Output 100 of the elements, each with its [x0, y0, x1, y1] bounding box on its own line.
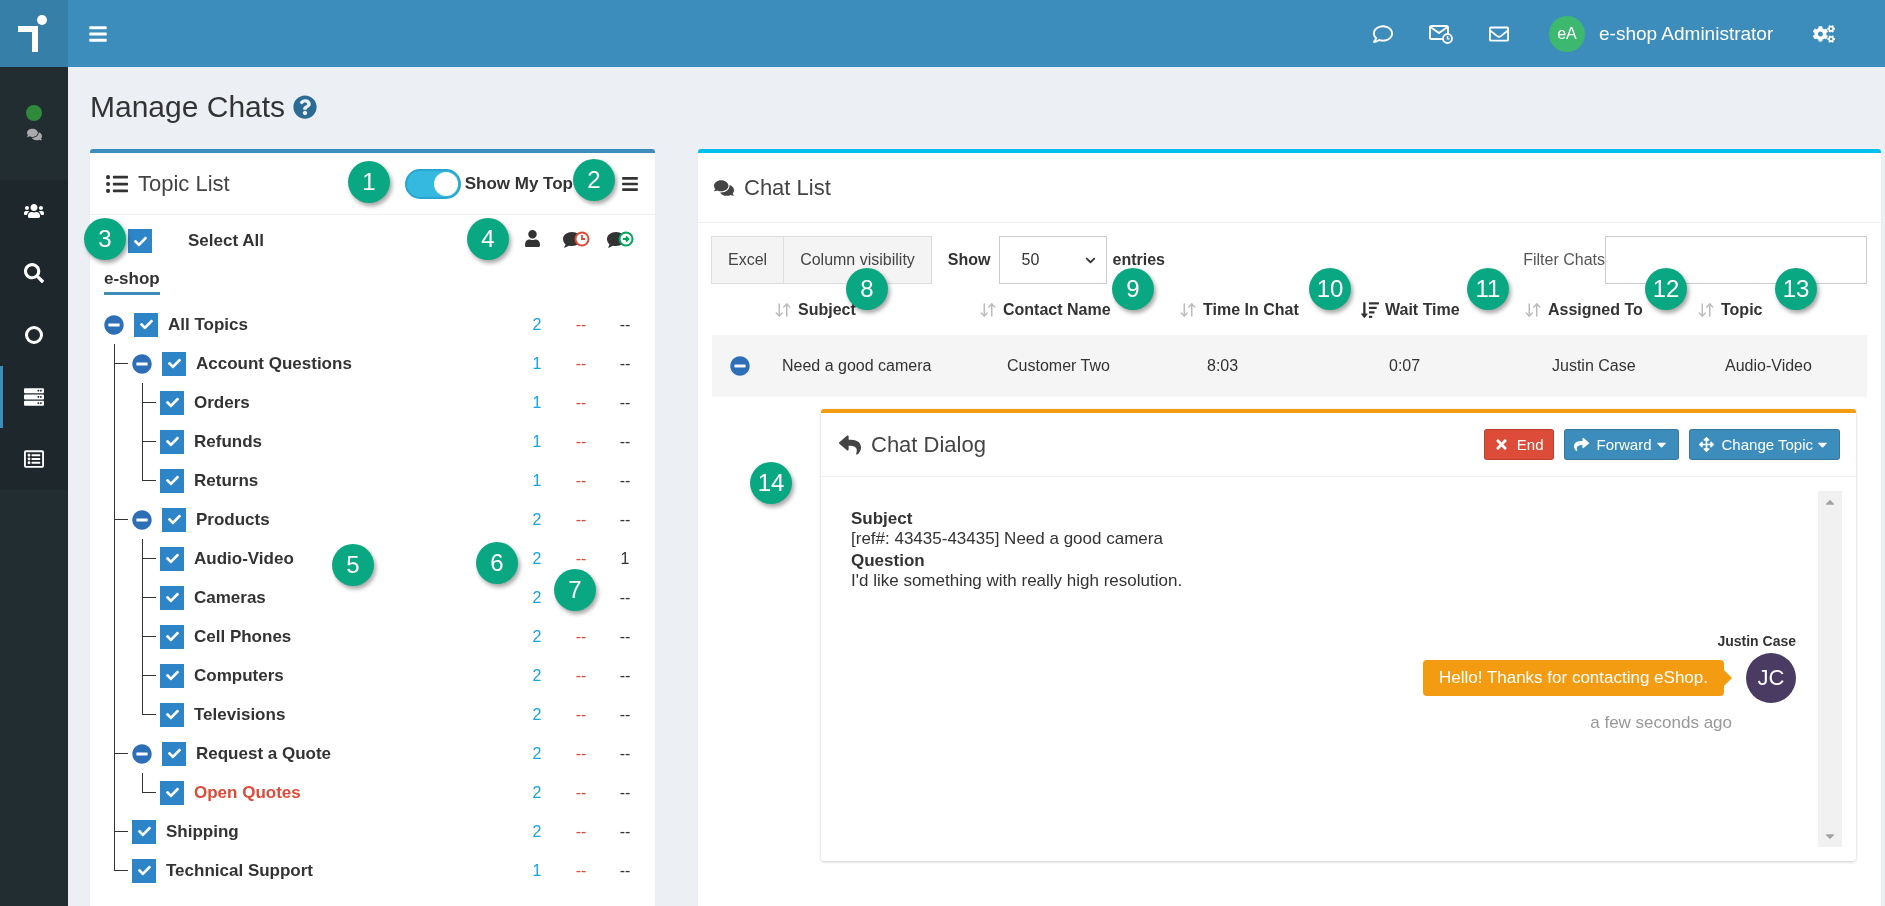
checkbox[interactable] [160, 585, 184, 610]
active-count: -- [618, 627, 632, 646]
topic-label: Account Questions [196, 353, 352, 374]
topic-label: Request a Quote [196, 743, 332, 764]
collapse-icon[interactable] [132, 353, 152, 374]
table-cell-text: Customer Two [1006, 357, 1111, 375]
tab[interactable]: e-shop [104, 267, 160, 295]
topic-count: 2 [531, 549, 543, 568]
settings-icon[interactable] [1813, 22, 1836, 45]
topic-label: All Topics [168, 314, 248, 335]
waiting-count: -- [574, 432, 588, 451]
active-count: -- [618, 744, 632, 763]
check-icon [139, 318, 153, 331]
checkbox[interactable] [160, 624, 184, 649]
topic-count: 2 [531, 315, 543, 334]
message-time: a few seconds ago [1590, 713, 1732, 733]
menu-icon[interactable] [621, 174, 639, 193]
checkbox[interactable] [162, 741, 186, 766]
checkbox[interactable] [160, 390, 184, 415]
check-icon [165, 708, 179, 721]
active-count: -- [618, 666, 632, 685]
checkbox[interactable] [162, 507, 186, 532]
active-count: -- [618, 822, 632, 841]
page-title: Manage Chats [90, 90, 286, 124]
checkbox[interactable] [160, 702, 184, 727]
sidebar-item[interactable] [0, 180, 68, 242]
dialog-title: Chat Dialog [871, 431, 986, 458]
collapse-icon[interactable] [132, 509, 152, 530]
topic-count: 2 [531, 666, 543, 685]
mail-clock-icon[interactable] [1429, 23, 1453, 44]
circle-icon [24, 325, 44, 345]
check-icon [165, 396, 179, 409]
collapse-icon[interactable] [132, 743, 152, 764]
table-cell-text: Audio-Video [1724, 357, 1813, 375]
topic-count: 2 [531, 783, 543, 802]
check-icon [167, 747, 181, 760]
topic-label: Cameras [194, 587, 266, 608]
panel-title: Chat List [744, 174, 831, 201]
active-count: -- [618, 354, 632, 373]
user-name[interactable]: e-shop Administrator [1599, 22, 1774, 45]
logo [0, 0, 68, 67]
topic-label: Orders [194, 392, 250, 413]
check-icon [137, 864, 151, 877]
help-icon[interactable] [293, 95, 318, 119]
user-avatar: eA [1549, 15, 1585, 52]
checkbox[interactable] [160, 663, 184, 688]
chat-icon[interactable] [1373, 23, 1393, 44]
change-topic-button[interactable]: Change Topic [1688, 429, 1840, 460]
panel-title: Topic List [138, 170, 230, 197]
checkbox[interactable] [134, 312, 158, 337]
waiting-count: -- [574, 315, 588, 334]
toolbar-button[interactable]: Excel [711, 236, 785, 284]
active-count: -- [618, 588, 632, 607]
table-cell-text: 0:07 [1388, 357, 1422, 375]
checkbox[interactable] [160, 780, 184, 805]
topic-count: 2 [531, 510, 543, 529]
toggle-switch[interactable] [404, 168, 461, 199]
topic-count: 1 [531, 861, 543, 880]
scrollbar[interactable] [1818, 491, 1842, 847]
field-value: I'd like something with really high resolution. [851, 571, 1184, 591]
status-dot [26, 105, 42, 121]
share-icon [1573, 437, 1589, 452]
checkbox[interactable] [128, 229, 152, 253]
checkbox[interactable] [160, 546, 184, 571]
topic-count: 1 [531, 354, 543, 373]
end-button[interactable]: End [1483, 429, 1554, 460]
sort-icon [1697, 301, 1715, 319]
check-icon [167, 357, 181, 370]
move-icon [1698, 437, 1714, 452]
sender-name: Justin Case [1717, 633, 1796, 649]
topic-label: Refunds [194, 431, 262, 452]
forward-button[interactable]: Forward [1563, 429, 1679, 460]
topic-label: Open Quotes [194, 782, 301, 803]
entries-select[interactable]: 50 [998, 236, 1107, 284]
active-count: -- [618, 861, 632, 880]
topic-label: Technical Support [166, 860, 314, 881]
sort-descending-icon [1361, 301, 1379, 319]
waiting-count: -- [574, 549, 588, 568]
sidebar-item[interactable] [0, 428, 68, 490]
topic-label: Shipping [166, 821, 239, 842]
checkbox[interactable] [160, 429, 184, 454]
active-count: 1 [619, 549, 631, 568]
topic-count: 1 [531, 432, 543, 451]
checkbox[interactable] [160, 468, 184, 493]
topic-count: 2 [531, 744, 543, 763]
check-icon [165, 435, 179, 448]
active-count: -- [618, 510, 632, 529]
topic-label: Products [196, 509, 270, 530]
topic-label: Audio-Video [194, 548, 294, 569]
waiting-count: -- [574, 471, 588, 490]
check-icon [167, 513, 181, 526]
entries-label: entries [1112, 251, 1165, 269]
checkbox[interactable] [132, 819, 156, 844]
sort-icon [1524, 301, 1542, 319]
checkbox[interactable] [132, 858, 156, 883]
collapse-icon[interactable] [104, 314, 124, 335]
check-icon [137, 825, 151, 838]
checkbox[interactable] [162, 351, 186, 376]
active-count: -- [618, 393, 632, 412]
topic-count: 2 [531, 822, 543, 841]
